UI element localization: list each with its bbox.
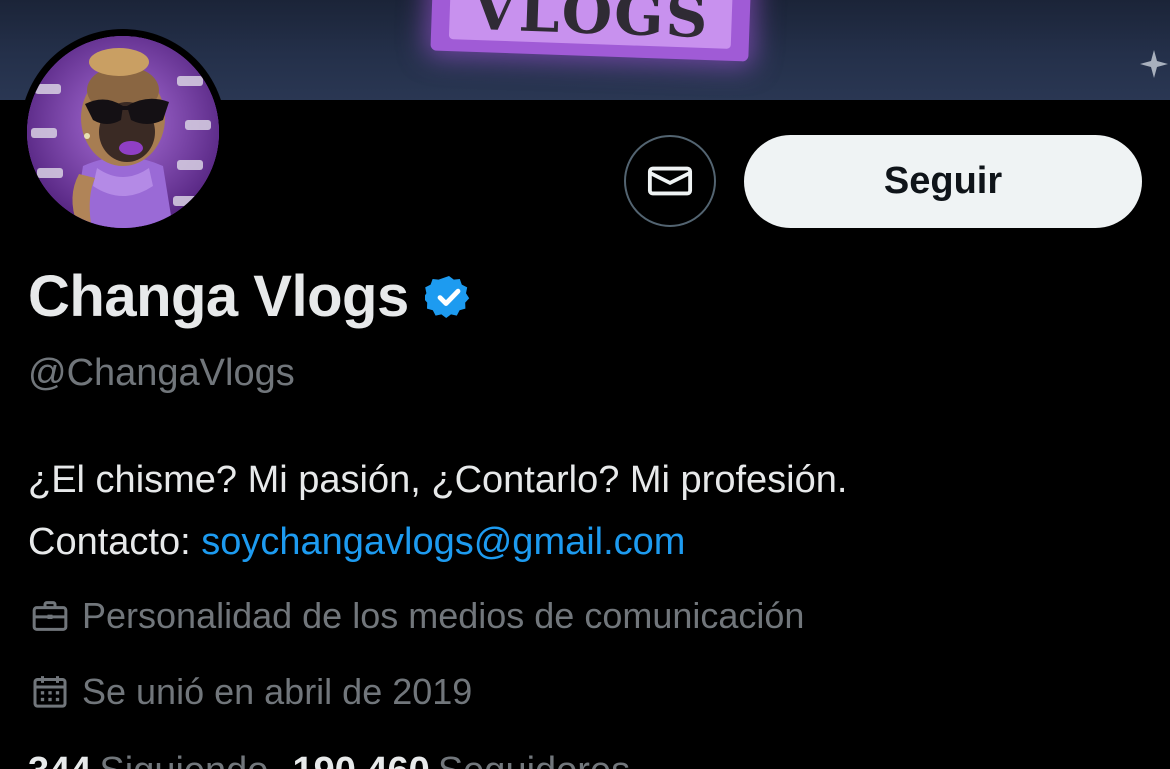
followers-count: 190,460	[292, 750, 429, 769]
followers-link[interactable]: 190,460 Seguidores	[292, 750, 654, 769]
profile-handle: @ChangaVlogs	[28, 352, 295, 394]
avatar[interactable]	[27, 36, 219, 228]
message-button[interactable]	[624, 135, 716, 227]
avatar-image	[27, 36, 219, 228]
following-count: 344	[28, 750, 91, 769]
profile-bio: ¿El chisme? Mi pasión, ¿Contarlo? Mi pro…	[28, 449, 1148, 573]
envelope-icon	[647, 166, 693, 196]
banner-neon-sign: VLOGS	[430, 0, 752, 62]
profile-category: Personalidad de los medios de comunicaci…	[28, 594, 804, 638]
bio-contact-label: Contacto:	[28, 521, 202, 563]
followers-label: Seguidores	[438, 750, 630, 769]
sparkle-icon	[1140, 50, 1168, 78]
display-name: Changa Vlogs	[28, 264, 409, 329]
bio-line: ¿El chisme? Mi pasión, ¿Contarlo? Mi pro…	[28, 459, 848, 501]
category-text: Personalidad de los medios de comunicaci…	[82, 595, 805, 636]
follow-button[interactable]: Seguir	[744, 135, 1142, 228]
bio-contact-line: Contacto: soychangavlogs@gmail.com	[28, 511, 1148, 573]
verified-badge-icon[interactable]	[424, 273, 473, 321]
briefcase-icon	[28, 594, 72, 638]
profile-stats: 344 Siguiendo 190,460 Seguidores	[28, 748, 654, 769]
profile-joined-date: Se unió en abril de 2019	[28, 670, 472, 714]
following-label: Siguiendo	[99, 750, 268, 769]
contact-email-link[interactable]: soychangavlogs@gmail.com	[201, 521, 685, 563]
following-link[interactable]: 344 Siguiendo	[28, 750, 292, 769]
joined-text: Se unió en abril de 2019	[82, 671, 473, 712]
profile-name-row: Changa Vlogs	[28, 262, 473, 332]
banner-sign-text: VLOGS	[448, 0, 734, 51]
calendar-icon	[28, 670, 72, 714]
